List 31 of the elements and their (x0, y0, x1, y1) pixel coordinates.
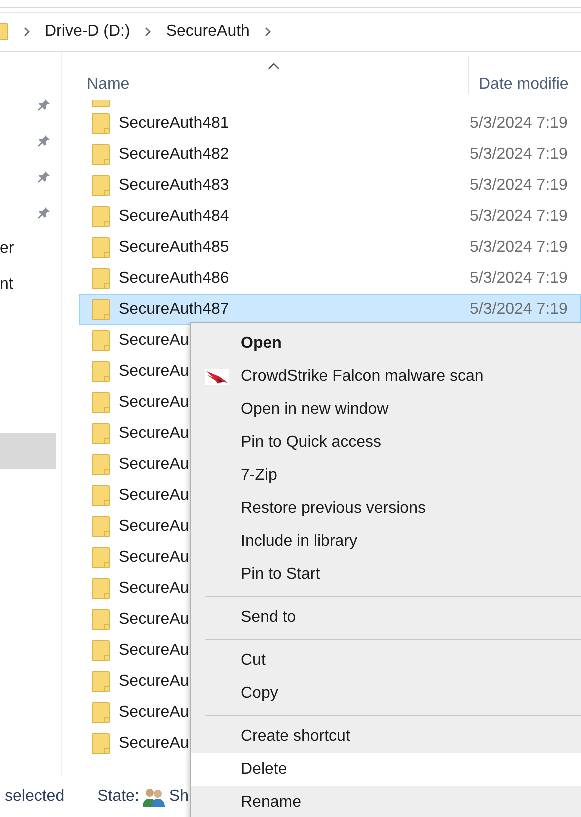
file-name: SecureAu (119, 394, 190, 410)
file-name: SecureAu (119, 642, 190, 658)
file-name: SecureAuth487 (119, 300, 230, 318)
file-name: SecureAu (119, 580, 190, 596)
date-modified: 5/3/2024 7:19 (470, 208, 568, 226)
file-name: SecureAu (119, 362, 190, 380)
file-name: SecureAuth485 (119, 238, 230, 256)
file-name: SecureAuth482 (119, 146, 230, 162)
file-name: SecureAu (119, 672, 190, 690)
file-name: SecureAu (119, 424, 190, 442)
file-name: SecureAu (119, 704, 190, 720)
file-name: SecureAu (119, 518, 190, 534)
date-modified: 5/3/2024 7:19 (470, 300, 568, 318)
file-name: SecureAu (119, 332, 190, 348)
file-name: SecureAu (119, 486, 190, 504)
file-name: SecureAu (119, 456, 190, 472)
date-modified: 5/3/2024 7:19 (470, 114, 568, 132)
file-name: SecureAu (119, 610, 190, 628)
file-name: SecureAuth483 (119, 176, 230, 194)
file-name: SecureAuth484 (119, 208, 230, 224)
file-name: SecureAuth486 (119, 270, 230, 286)
date-modified: 5/3/2024 7:19 (470, 146, 568, 164)
state-label: State: (98, 788, 140, 806)
selection-status: selected (5, 788, 65, 806)
file-name: SecureAuth481 (119, 114, 230, 132)
date-modified: 5/3/2024 7:19 (470, 238, 568, 256)
file-name: SecureAu (119, 548, 190, 566)
file-name: SecureAu (119, 734, 190, 752)
date-modified: 5/3/2024 7:19 (470, 176, 568, 194)
date-modified: 5/3/2024 7:19 (470, 270, 568, 288)
state-value: Sh (169, 788, 189, 806)
